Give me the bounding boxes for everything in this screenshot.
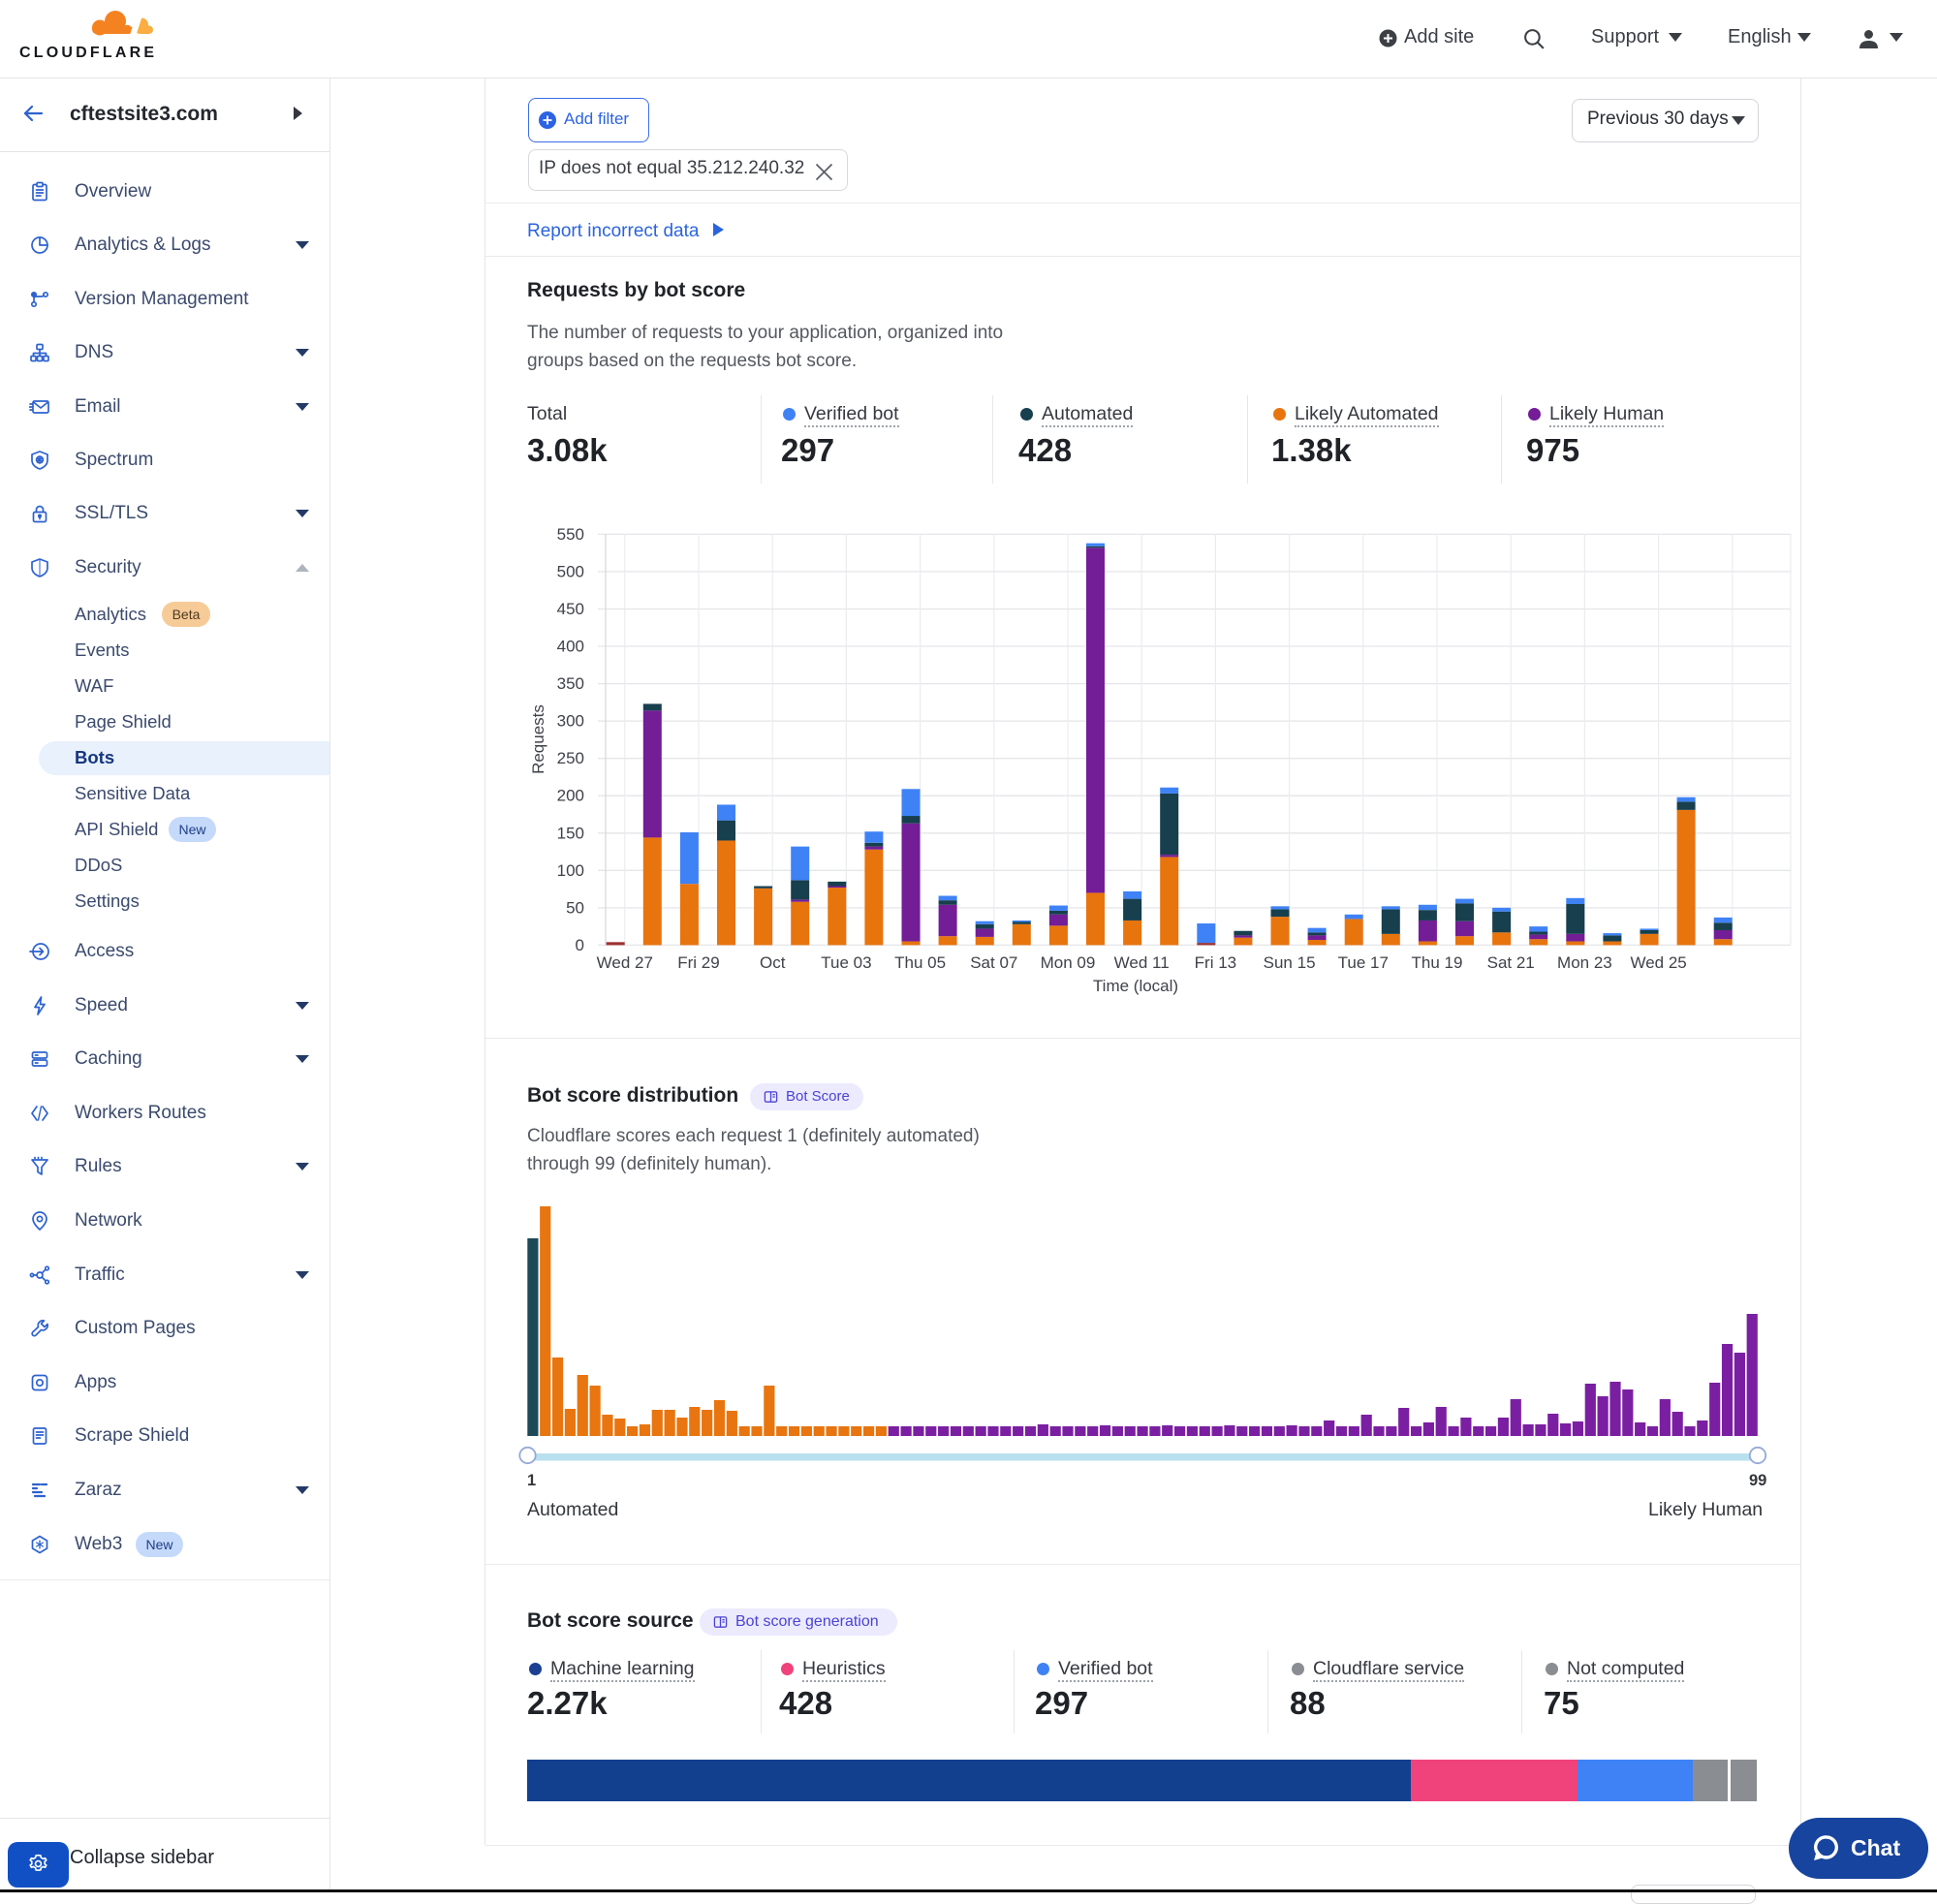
svg-text:Mon 09: Mon 09 [1041, 953, 1096, 972]
svg-text:250: 250 [557, 749, 584, 767]
svg-text:0: 0 [576, 936, 584, 954]
svg-text:Wed 11: Wed 11 [1114, 953, 1170, 972]
svg-text:Oct: Oct [760, 953, 786, 972]
svg-text:Time (local): Time (local) [1093, 977, 1178, 995]
svg-text:550: 550 [557, 525, 584, 544]
svg-text:350: 350 [557, 674, 584, 693]
svg-text:50: 50 [566, 898, 584, 917]
svg-text:Sat 21: Sat 21 [1487, 953, 1535, 972]
svg-text:Fri 29: Fri 29 [677, 953, 719, 972]
svg-text:Sun 15: Sun 15 [1264, 953, 1316, 972]
svg-text:Wed 25: Wed 25 [1630, 953, 1686, 972]
svg-text:Fri 13: Fri 13 [1195, 953, 1236, 972]
svg-text:Mon 23: Mon 23 [1557, 953, 1612, 972]
svg-text:450: 450 [557, 600, 584, 618]
svg-text:500: 500 [557, 562, 584, 580]
svg-text:200: 200 [557, 787, 584, 805]
svg-text:400: 400 [557, 638, 584, 656]
svg-text:Sat 07: Sat 07 [970, 953, 1017, 972]
svg-text:Thu 19: Thu 19 [1412, 953, 1463, 972]
svg-text:Tue 17: Tue 17 [1338, 953, 1389, 972]
svg-text:100: 100 [557, 861, 584, 880]
svg-text:Tue 03: Tue 03 [821, 953, 871, 972]
svg-text:Thu 05: Thu 05 [894, 953, 946, 972]
svg-text:150: 150 [557, 824, 584, 842]
svg-text:Requests: Requests [529, 704, 547, 774]
svg-text:300: 300 [557, 712, 584, 731]
svg-text:Wed 27: Wed 27 [597, 953, 653, 972]
